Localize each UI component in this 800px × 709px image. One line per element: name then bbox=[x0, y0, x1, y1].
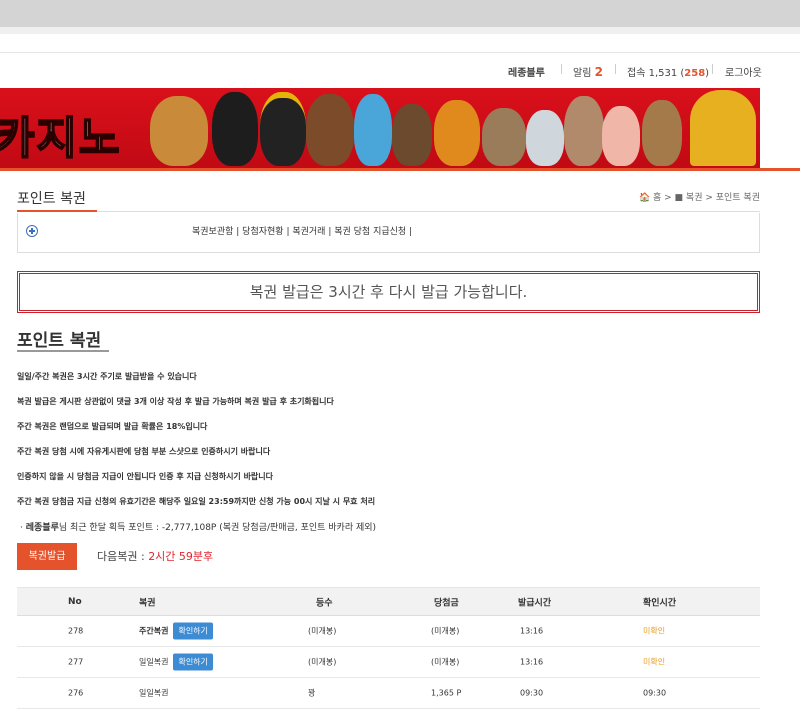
menu-link-winners[interactable]: 당첨자현황 bbox=[242, 227, 283, 237]
confirm-button[interactable]: 확인하기 bbox=[173, 622, 213, 640]
table-row: 277 일일복권 확인하기 (미개봉) (미개봉) 13:16 미확인 bbox=[17, 647, 760, 678]
cell-prize: (미개봉) bbox=[431, 657, 460, 667]
cell-checked: 09:30 bbox=[643, 688, 667, 698]
next-label: 다음복권 : bbox=[97, 550, 149, 563]
camel-mascot-icon bbox=[642, 100, 682, 166]
cell-prize: 1,365 P bbox=[431, 688, 462, 698]
dolphin-mascot-icon bbox=[354, 94, 392, 166]
rule-text: 주간 복권 당첨금 지급 신청의 유효기간은 해당주 일요일 23:59까지만 … bbox=[17, 497, 376, 506]
table-header: No 복권 등수 당첨금 발급시간 확인시간 bbox=[17, 587, 760, 616]
plus-circle-icon[interactable] bbox=[26, 225, 38, 237]
otter-mascot-icon bbox=[392, 104, 432, 166]
header-divider bbox=[0, 52, 800, 53]
next-ticket-timer: 다음복권 : 2시간 59분후 bbox=[97, 548, 213, 564]
lion-mascot-icon bbox=[150, 96, 208, 166]
penguin-king-mascot-icon bbox=[260, 92, 306, 166]
cell-rank: (미개봉) bbox=[308, 657, 337, 667]
connect-label: 접속 1,531 ( bbox=[627, 68, 685, 79]
sub-menu-box: 복권보관함 | 당첨자현황 | 복권거래 | 복권 당첨 지급신청 | bbox=[17, 213, 760, 253]
rule-text: 복권 발급은 게시판 상관없이 댓글 3개 이상 작성 후 발급 가능하며 복권… bbox=[17, 397, 334, 406]
menu-link-storage[interactable]: 복권보관함 bbox=[192, 227, 233, 237]
banner-title: 카지노 bbox=[0, 112, 122, 165]
tiger-mascot-icon bbox=[434, 100, 480, 166]
rule-text: 주간 복권은 랜덤으로 발급되며 발급 확률은 18%입니다 bbox=[17, 422, 208, 431]
cell-no: 277 bbox=[68, 657, 84, 667]
alarm-count: 2 bbox=[594, 65, 603, 79]
cell-issued: 09:30 bbox=[520, 688, 544, 698]
breadcrumb[interactable]: 🏠 홈 > ■ 복권 > 포인트 복권 bbox=[639, 190, 760, 203]
rule-text: 일일/주간 복권은 3시간 주기로 발급받을 수 있습니다 bbox=[17, 372, 197, 381]
title-underline bbox=[17, 210, 97, 212]
user-name[interactable]: 레종블루 bbox=[508, 64, 545, 79]
ticket-table: No 복권 등수 당첨금 발급시간 확인시간 278 주간복권 확인하기 (미개봉… bbox=[17, 587, 760, 709]
casino-banner[interactable]: 카지노 bbox=[0, 88, 760, 168]
cell-checked: 미확인 bbox=[643, 626, 666, 636]
monkey-mascot-icon bbox=[306, 94, 354, 166]
column-header-checked: 확인시간 bbox=[643, 598, 677, 608]
divider bbox=[561, 64, 562, 74]
divider bbox=[615, 64, 616, 74]
seal-mascot-icon bbox=[526, 110, 564, 166]
next-value: 2시간 59분후 bbox=[148, 550, 214, 563]
column-header-prize: 당첨금 bbox=[434, 598, 459, 608]
column-header-issued: 발급시간 bbox=[518, 598, 552, 608]
page-title: 포인트 복권 bbox=[17, 191, 86, 207]
section-heading: 포인트 복권 bbox=[17, 331, 102, 351]
divider bbox=[712, 64, 713, 74]
cell-no: 276 bbox=[68, 688, 84, 698]
table-row: 276 일일복권 꽝 1,365 P 09:30 09:30 bbox=[17, 678, 760, 709]
notice-box: 복권 발급은 3시간 후 다시 발급 가능합니다. bbox=[17, 271, 760, 313]
cat-mascot-icon bbox=[482, 108, 526, 166]
rule-text: 주간 복권 당첨 시에 자유게시판에 당첨 부분 스샷으로 인증하시기 바랍니다 bbox=[17, 447, 271, 456]
cell-no: 278 bbox=[68, 626, 84, 636]
slot-machine-icon bbox=[690, 90, 756, 166]
sub-menu-links: 복권보관함 | 당첨자현황 | 복권거래 | 복권 당첨 지급신청 | bbox=[192, 227, 413, 237]
issue-ticket-button[interactable]: 복권발급 bbox=[17, 543, 77, 570]
title-divider bbox=[17, 211, 760, 212]
cell-issued: 13:16 bbox=[520, 626, 544, 636]
cell-ticket: 주간복권 확인하기 bbox=[139, 622, 213, 640]
browser-sub-bar bbox=[0, 27, 800, 34]
connect-count: 접속 1,531 (258) bbox=[627, 64, 709, 79]
ticket-name: 주간복권 bbox=[139, 626, 169, 636]
pig-mascot-icon bbox=[602, 106, 640, 166]
column-header-ticket: 복권 bbox=[139, 598, 156, 608]
cell-rank: 꽝 bbox=[308, 688, 316, 698]
bullet: · bbox=[20, 523, 23, 533]
info-user-name: 레종블루 bbox=[25, 523, 59, 533]
penguin-mascot-icon bbox=[212, 92, 258, 166]
cell-rank: (미개봉) bbox=[308, 626, 337, 636]
connect-close: ) bbox=[705, 68, 710, 79]
connect-number: 258 bbox=[684, 68, 706, 79]
heading-underline bbox=[17, 350, 109, 352]
cell-ticket: 일일복권 bbox=[139, 688, 169, 698]
alarm-link[interactable]: 알림 2 bbox=[573, 64, 603, 79]
browser-top-bar bbox=[0, 0, 800, 27]
column-header-rank: 등수 bbox=[316, 598, 333, 608]
rabbit-mascot-icon bbox=[564, 96, 604, 166]
info-text: 님 최근 한달 획득 포인트 : -2,777,108P (복권 당첨금/판매금… bbox=[58, 523, 377, 533]
cell-ticket: 일일복권 확인하기 bbox=[139, 653, 213, 671]
cell-checked: 미확인 bbox=[643, 657, 666, 667]
table-row: 278 주간복권 확인하기 (미개봉) (미개봉) 13:16 미확인 bbox=[17, 616, 760, 647]
rule-text: 인증하지 않을 시 당첨금 지급이 안됩니다 인증 후 지급 신청하시기 바랍니… bbox=[17, 472, 274, 481]
monthly-points-info: · 레종블루님 최근 한달 획득 포인트 : -2,777,108P (복권 당… bbox=[20, 520, 376, 533]
cell-issued: 13:16 bbox=[520, 657, 544, 667]
user-bar: 레종블루 알림 2 접속 1,531 (258) 로그아웃 bbox=[0, 60, 800, 82]
banner-divider bbox=[0, 168, 800, 171]
column-header-no: No bbox=[68, 596, 82, 607]
menu-link-trade[interactable]: 복권거래 bbox=[292, 227, 325, 237]
cell-prize: (미개봉) bbox=[431, 626, 460, 636]
confirm-button[interactable]: 확인하기 bbox=[173, 653, 213, 671]
logout-link[interactable]: 로그아웃 bbox=[725, 64, 762, 79]
alarm-label: 알림 bbox=[573, 68, 592, 79]
ticket-name: 일일복권 bbox=[139, 657, 169, 667]
menu-link-payout-request[interactable]: 복권 당첨 지급신청 bbox=[334, 227, 406, 237]
